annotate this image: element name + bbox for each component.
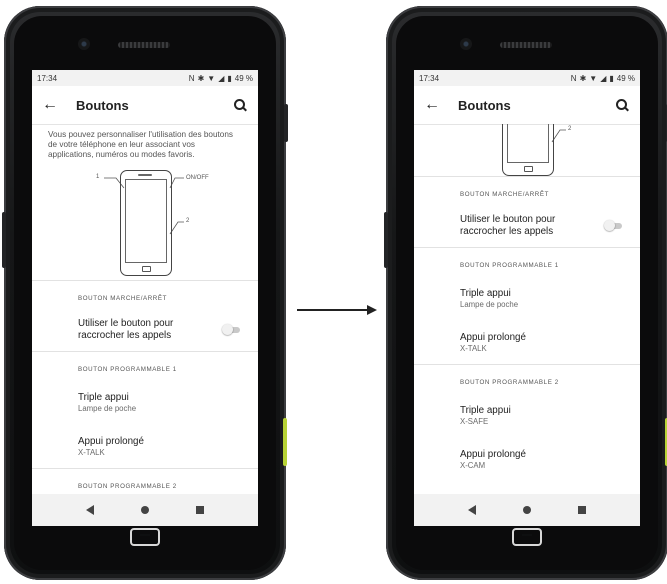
search-icon[interactable]: [614, 97, 630, 113]
arrow-left-icon[interactable]: ←: [42, 96, 62, 114]
app-bar: ← Boutons: [32, 86, 258, 125]
list-item-subtitle: Lampe de poche: [78, 404, 137, 413]
screen: 17:34 N ✱ ▼ ◢ ▮ 49 % ← Boutons Vous pouv…: [32, 70, 258, 526]
wifi-icon: ▼: [589, 73, 598, 83]
list-item-triple-press[interactable]: Triple appui Lampe de poche: [32, 380, 258, 426]
list-item-subtitle: X-SAFE: [460, 417, 489, 426]
triangle-back-icon[interactable]: [85, 505, 94, 515]
signal-icon: ◢: [600, 73, 607, 83]
section-header-prog1: BOUTON PROGRAMMABLE 1: [78, 366, 177, 373]
bluetooth-icon: ✱: [579, 73, 587, 83]
list-item-subtitle: X-CAM: [460, 461, 486, 470]
screen: 17:34 N ✱ ▼ ◢ ▮ 49 % ← Boutons 2 BOUTON …: [414, 70, 640, 526]
status-bar: 17:34 N ✱ ▼ ◢ ▮ 49 %: [414, 70, 640, 86]
side-button-1: [384, 212, 388, 268]
section-header-prog1: BOUTON PROGRAMMABLE 1: [460, 262, 559, 269]
toggle-label-line2: raccrocher les appels: [78, 330, 172, 341]
hangup-toggle-switch[interactable]: [604, 220, 624, 231]
transition-arrow-icon: [297, 305, 377, 315]
list-item-subtitle: X-TALK: [460, 344, 487, 353]
circle-home-icon[interactable]: [140, 506, 149, 514]
search-icon[interactable]: [232, 97, 248, 113]
description-text: Vous pouvez personnaliser l'utilisation …: [48, 130, 233, 159]
navigation-bar: [32, 494, 258, 526]
earpiece: [500, 42, 552, 48]
side-button-1: [2, 212, 6, 268]
toggle-row-hangup[interactable]: Utiliser le bouton pour raccrocher les a…: [414, 205, 640, 247]
front-camera: [78, 38, 90, 50]
toggle-label-line1: Utiliser le bouton pour: [460, 214, 556, 225]
device-outline: [120, 170, 172, 276]
phone-right: 17:34 N ✱ ▼ ◢ ▮ 49 % ← Boutons 2 BOUTON …: [384, 6, 667, 580]
diagram-label-2: 2: [186, 218, 190, 224]
list-item-long-press[interactable]: Appui prolongé X-TALK: [32, 426, 258, 468]
brand-logo-icon: [130, 528, 160, 546]
page-title: Boutons: [76, 97, 129, 113]
toggle-row-hangup[interactable]: Utiliser le bouton pour raccrocher les a…: [32, 309, 258, 351]
phone-diagram: 2: [414, 124, 640, 176]
status-time: 17:34: [37, 73, 58, 83]
triangle-back-icon[interactable]: [467, 505, 476, 515]
battery-icon: ▮: [609, 73, 614, 83]
signal-icon: ◢: [218, 73, 225, 83]
hangup-toggle-switch[interactable]: [222, 324, 242, 335]
square-recent-icon[interactable]: [578, 506, 587, 514]
arrow-left-icon[interactable]: ←: [424, 96, 444, 114]
toggle-label-line1: Utiliser le bouton pour: [78, 318, 174, 329]
device-outline: [502, 124, 554, 176]
battery-percent: 49 %: [234, 73, 253, 83]
list-item-subtitle: Lampe de poche: [460, 300, 519, 309]
brand-logo-icon: [512, 528, 542, 546]
diagram-label-1: 1: [96, 174, 100, 180]
diagram-label-onoff: ON/OFF: [186, 175, 209, 181]
list-item-title: Appui prolongé: [460, 332, 526, 343]
nfc-icon: N: [188, 73, 195, 83]
phone-diagram: 1 ON/OFF 2: [32, 160, 258, 280]
section-header-prog2: BOUTON PROGRAMMABLE 2: [78, 483, 177, 490]
circle-home-icon[interactable]: [522, 506, 531, 514]
section-header-prog2: BOUTON PROGRAMMABLE 2: [460, 379, 559, 386]
list-item-title: Triple appui: [460, 288, 511, 299]
section-header-onoff: BOUTON MARCHE/ARRÊT: [78, 295, 167, 302]
settings-list[interactable]: 2 BOUTON MARCHE/ARRÊT Utiliser le bouton…: [414, 124, 640, 494]
settings-list[interactable]: Vous pouvez personnaliser l'utilisation …: [32, 124, 258, 494]
side-button-onoff: [284, 104, 288, 142]
section-header-onoff: BOUTON MARCHE/ARRÊT: [460, 191, 549, 198]
list-item-title: Appui prolongé: [78, 436, 144, 447]
side-button-2: [283, 418, 287, 466]
list-item-title: Appui prolongé: [460, 449, 526, 460]
list-item-triple-press-2[interactable]: Triple appui X-SAFE: [414, 393, 640, 439]
front-camera: [460, 38, 472, 50]
list-item-long-press-2[interactable]: Appui prolongé X-CAM: [414, 439, 640, 481]
list-item-title: Triple appui: [460, 405, 511, 416]
battery-icon: ▮: [227, 73, 232, 83]
list-item-subtitle: X-TALK: [78, 448, 105, 457]
square-recent-icon[interactable]: [196, 506, 205, 514]
list-item-long-press[interactable]: Appui prolongé X-TALK: [414, 322, 640, 364]
wifi-icon: ▼: [207, 73, 216, 83]
earpiece: [118, 42, 170, 48]
diagram-label-2: 2: [568, 126, 572, 132]
phone-left: 17:34 N ✱ ▼ ◢ ▮ 49 % ← Boutons Vous pouv…: [2, 6, 288, 580]
toggle-label-line2: raccrocher les appels: [460, 226, 554, 237]
list-item-triple-press[interactable]: Triple appui Lampe de poche: [414, 276, 640, 322]
navigation-bar: [414, 494, 640, 526]
list-item-title: Triple appui: [78, 392, 129, 403]
status-bar: 17:34 N ✱ ▼ ◢ ▮ 49 %: [32, 70, 258, 86]
status-time: 17:34: [419, 73, 440, 83]
app-bar: ← Boutons: [414, 86, 640, 125]
nfc-icon: N: [570, 73, 577, 83]
bluetooth-icon: ✱: [197, 73, 205, 83]
page-title: Boutons: [458, 97, 511, 113]
battery-percent: 49 %: [616, 73, 635, 83]
